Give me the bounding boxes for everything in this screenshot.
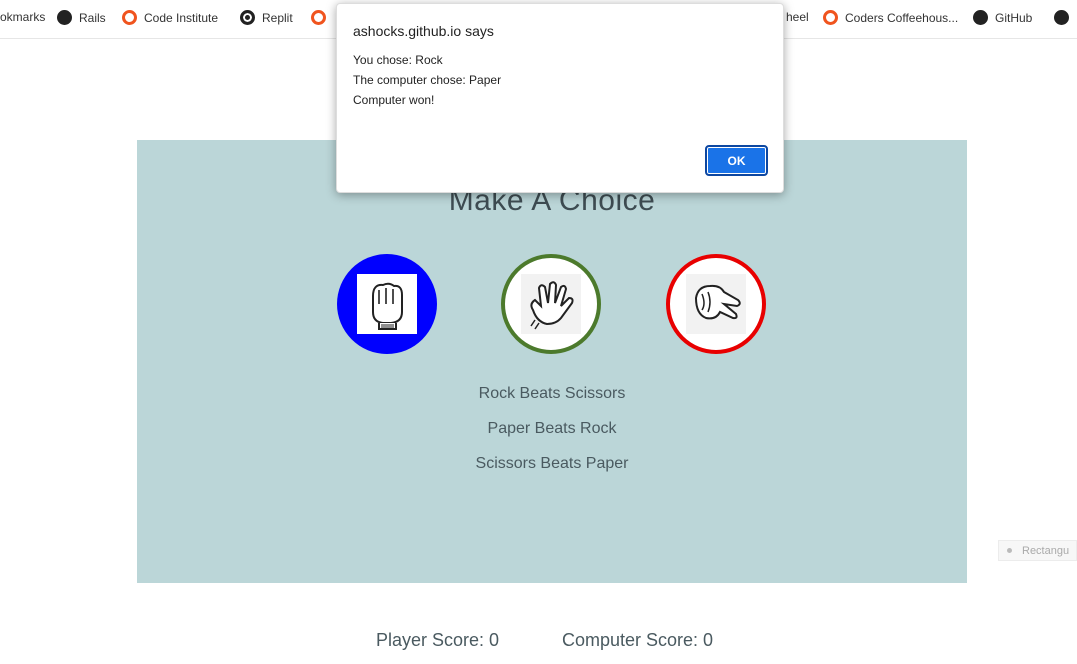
replit-icon bbox=[240, 10, 255, 25]
side-tab[interactable]: Rectangu bbox=[998, 540, 1077, 561]
bookmark-item-github-2[interactable] bbox=[1054, 10, 1069, 25]
rule-paper-rock: Paper Beats Rock bbox=[487, 420, 617, 437]
rule-scissors-paper: Scissors Beats Paper bbox=[475, 455, 629, 472]
player-score: Player Score: 0 bbox=[376, 630, 500, 650]
rock-hand-icon bbox=[357, 274, 417, 334]
ok-button[interactable]: OK bbox=[705, 145, 768, 176]
bookmark-label: Rails bbox=[79, 10, 106, 25]
code-institute-icon bbox=[122, 10, 137, 25]
bookmark-icon bbox=[311, 10, 326, 25]
dot-icon bbox=[1007, 548, 1012, 553]
bookmark-item-github[interactable]: GitHub bbox=[973, 10, 1032, 25]
alert-player-choice: You chose: Rock bbox=[353, 53, 443, 67]
alert-dialog: ashocks.github.io says You chose: Rock T… bbox=[336, 3, 784, 193]
bookmark-label: Replit bbox=[262, 10, 293, 25]
computer-score: Computer Score: 0 bbox=[562, 630, 714, 650]
bookmark-label: GitHub bbox=[995, 10, 1033, 25]
rock-button[interactable] bbox=[337, 254, 437, 354]
bookmark-label: Coders Coffeehous... bbox=[845, 10, 959, 25]
rails-icon bbox=[57, 10, 72, 25]
bookmark-item-rails[interactable]: Rails bbox=[57, 10, 106, 25]
bookmark-item-code-institute[interactable]: Code Institute bbox=[122, 10, 218, 25]
side-tab-label: Rectangu bbox=[1022, 544, 1070, 557]
bookmark-item-bookmarks[interactable]: okmarks bbox=[0, 10, 45, 24]
bookmark-label: okmarks bbox=[0, 10, 46, 24]
game-panel: Make A Choice Rock Beats Scissors Paper … bbox=[137, 140, 967, 583]
bookmark-item-replit[interactable]: Replit bbox=[240, 10, 293, 25]
alert-result: Computer won! bbox=[353, 93, 435, 107]
github-icon bbox=[973, 10, 988, 25]
paper-button[interactable] bbox=[501, 254, 601, 354]
scissors-hand-icon bbox=[686, 274, 746, 334]
bookmark-item-hidden[interactable] bbox=[311, 10, 326, 25]
coders-coffeehouse-icon bbox=[823, 10, 838, 25]
bookmark-item-coders-coffeehouse[interactable]: Coders Coffeehous... bbox=[823, 10, 958, 25]
bookmark-item-wheel[interactable]: heel bbox=[786, 10, 809, 24]
bookmark-label: heel bbox=[786, 10, 809, 24]
bookmark-label: Code Institute bbox=[144, 10, 219, 25]
paper-hand-icon bbox=[521, 274, 581, 334]
github-icon bbox=[1054, 10, 1069, 25]
alert-computer-choice: The computer chose: Paper bbox=[353, 73, 502, 87]
alert-title: ashocks.github.io says bbox=[353, 23, 494, 39]
scissors-button[interactable] bbox=[666, 254, 766, 354]
rule-rock-scissors: Rock Beats Scissors bbox=[478, 385, 626, 402]
